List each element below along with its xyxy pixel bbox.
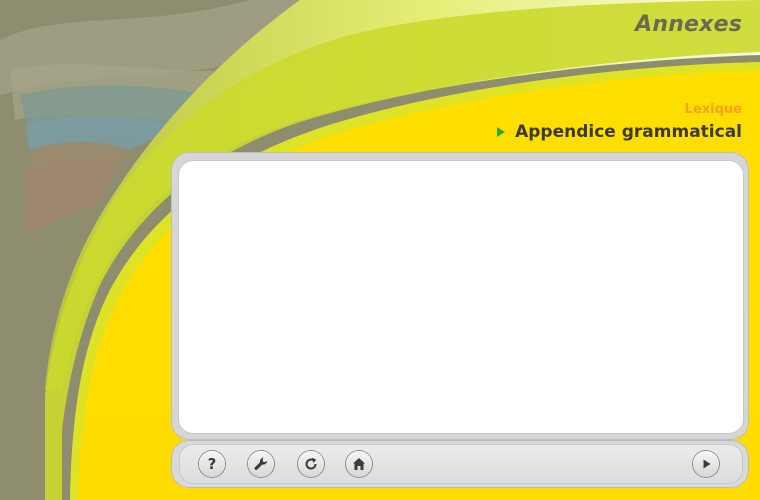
nav-link-appendix-label: Appendice grammatical [515, 122, 742, 142]
next-button[interactable] [693, 451, 719, 477]
refresh-button[interactable] [298, 451, 324, 477]
wrench-icon [254, 457, 268, 470]
app-window: Annexes Lexique Appendice grammatical ? [0, 0, 760, 500]
nav-link-appendix[interactable]: Appendice grammatical [497, 122, 742, 142]
home-icon [353, 458, 365, 470]
refresh-icon [305, 457, 317, 470]
content-area [179, 161, 743, 433]
help-icon: ? [207, 454, 217, 473]
page-title: Annexes [635, 12, 742, 37]
arrow-right-icon [497, 127, 506, 137]
home-button[interactable] [346, 451, 372, 477]
play-icon [703, 459, 711, 469]
nav-link-lexique[interactable]: Lexique [685, 102, 742, 117]
settings-button[interactable] [248, 451, 274, 477]
help-button[interactable]: ? [199, 451, 225, 477]
